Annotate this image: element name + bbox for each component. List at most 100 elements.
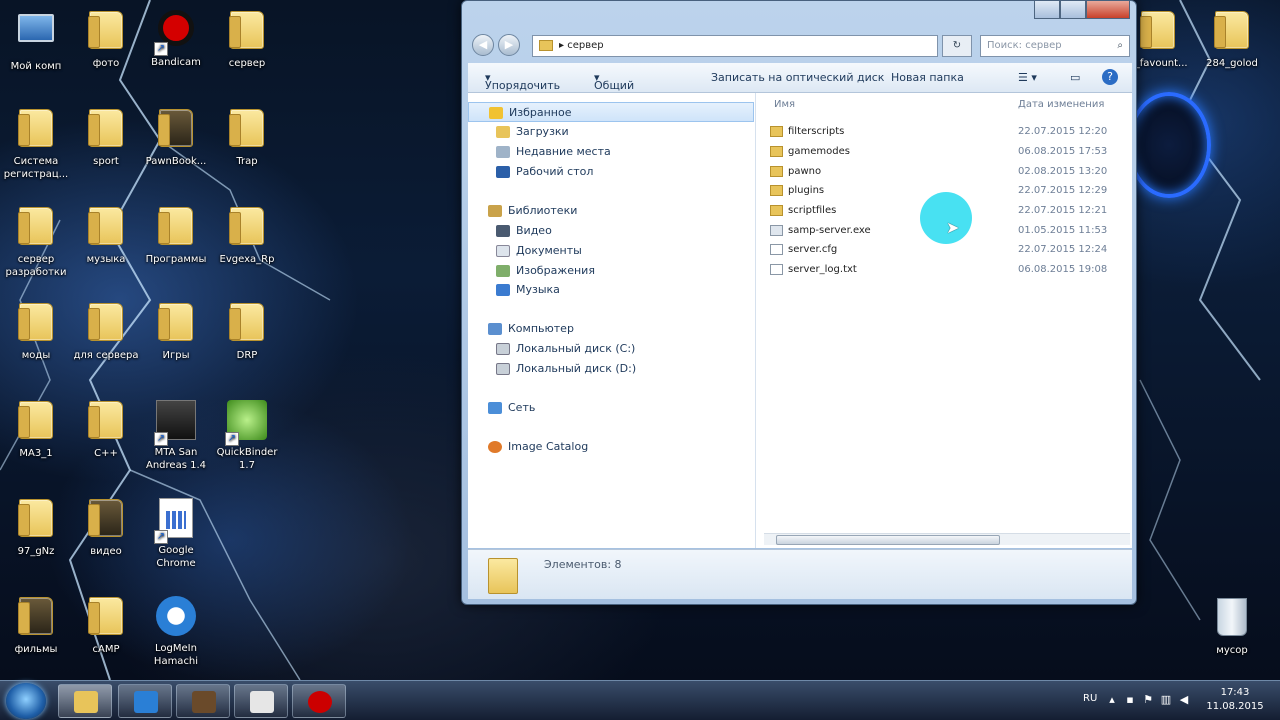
file-name: pawno — [788, 166, 822, 177]
desktop-icon-quickbinder[interactable]: QuickBinder 1.7 — [211, 398, 283, 472]
file-row[interactable]: pawno 02.08.2015 13:20 — [770, 163, 1130, 181]
desktop-icon[interactable]: сервер разработки — [0, 204, 72, 279]
desktop-icon[interactable]: DRP — [211, 300, 283, 362]
desktop-icon[interactable]: cAMP — [70, 594, 142, 656]
refresh-icon[interactable]: ↻ — [942, 35, 972, 57]
nav-disk-d[interactable]: Локальный диск (D:) — [496, 359, 636, 379]
desktop-icon[interactable]: моды — [0, 300, 72, 362]
desktop-icon-recycle-bin[interactable]: мусор — [1196, 594, 1268, 657]
nav-music[interactable]: Музыка — [496, 280, 560, 300]
desktop-icon[interactable]: фильмы — [0, 594, 72, 656]
share-menu[interactable]: Общий доступ ▾ — [594, 71, 635, 105]
desktop-icon-bandicam[interactable]: Bandicam — [140, 8, 212, 69]
nav-network[interactable]: Сеть — [488, 398, 535, 418]
organize-menu[interactable]: Упорядочить ▾ — [485, 71, 560, 92]
start-button[interactable] — [6, 683, 46, 719]
nav-desktop[interactable]: Рабочий стол — [496, 162, 593, 182]
file-name: samp-server.exe — [788, 225, 871, 236]
desktop-icon-my-computer[interactable]: Мой комп — [0, 8, 72, 73]
clock-gadget[interactable] — [1127, 92, 1211, 198]
bandicam-icon — [308, 691, 332, 713]
file-row[interactable]: server_log.txt 06.08.2015 19:08 — [770, 261, 1130, 279]
desktop-icon[interactable]: PawnBook... — [140, 106, 212, 168]
explorer-window[interactable]: ◀ ▶ ▸ сервер ↻ Поиск: сервер ⌕ Упорядочит… — [461, 0, 1137, 605]
desktop-icon[interactable]: C++ — [70, 398, 142, 460]
quickbinder-icon — [227, 400, 267, 440]
close-button[interactable] — [1086, 1, 1130, 19]
file-date: 22.07.2015 12:21 — [1018, 205, 1108, 216]
desktop-icon-label: моды — [21, 350, 51, 361]
language-indicator[interactable]: RU — [1083, 693, 1097, 704]
file-row[interactable]: gamemodes 06.08.2015 17:53 — [770, 143, 1130, 161]
nav-libraries[interactable]: Библиотеки — [488, 201, 577, 221]
folder-icon — [158, 303, 193, 341]
desktop-icon[interactable]: 97_gNz — [0, 496, 72, 558]
desktop-icon[interactable]: Игры — [140, 300, 212, 362]
file-name: server_log.txt — [788, 264, 857, 275]
maximize-button[interactable] — [1060, 1, 1086, 19]
taskbar-app[interactable] — [234, 684, 288, 718]
nav-video[interactable]: Видео — [496, 221, 552, 241]
nav-favorites[interactable]: Избранное — [468, 102, 754, 122]
back-arrow-icon[interactable]: ◀ — [472, 34, 494, 56]
help-icon[interactable]: ? — [1102, 69, 1118, 85]
nav-computer[interactable]: Компьютер — [488, 319, 574, 339]
nav-image-catalog[interactable]: Image Catalog — [488, 437, 588, 457]
desktop-icon[interactable]: видео — [70, 496, 142, 558]
folder-icon — [88, 207, 123, 245]
desktop-icon-label: музыка — [86, 254, 126, 265]
desktop-icon[interactable]: MA3_1 — [0, 398, 72, 460]
desktop-icon[interactable]: Программы — [140, 204, 212, 266]
desktop-icon-hamachi[interactable]: LogMeIn Hamachi — [140, 594, 212, 668]
address-bar[interactable]: ▸ сервер — [532, 35, 938, 57]
tray-app-icon[interactable]: ▪ — [1124, 694, 1136, 706]
flag-icon[interactable]: ⚑ — [1142, 694, 1154, 706]
nav-label: Рабочий стол — [516, 165, 594, 178]
new-folder-button[interactable]: Новая папка — [891, 71, 964, 84]
volume-icon[interactable]: ◀ — [1178, 694, 1190, 706]
column-header-date[interactable]: Дата изменения — [1018, 99, 1104, 110]
desktop-icon[interactable]: Trap — [211, 106, 283, 168]
desktop-icon-label: 97_gNz — [17, 546, 55, 557]
preview-pane-icon[interactable]: ▭ — [1070, 71, 1080, 84]
column-header-name[interactable]: Имя — [774, 99, 795, 110]
taskbar-bandicam[interactable] — [292, 684, 346, 718]
desktop-icon-mta[interactable]: MTA San Andreas 1.4 — [140, 398, 212, 472]
nav-disk-c[interactable]: Локальный диск (C:) — [496, 339, 635, 359]
file-name: scriptfiles — [788, 205, 837, 216]
clock[interactable]: 17:43 11.08.2015 — [1200, 686, 1270, 714]
network-icon[interactable]: ▥ — [1160, 694, 1172, 706]
file-icon — [770, 243, 783, 255]
nav-images[interactable]: Изображения — [496, 261, 595, 281]
scrollbar-thumb[interactable] — [776, 535, 1000, 545]
desktop-icon[interactable]: 284_golod — [1196, 8, 1268, 70]
desktop-icon-label: C++ — [94, 448, 118, 459]
nav-recent[interactable]: Недавние места — [496, 142, 611, 162]
forward-arrow-icon[interactable]: ▶ — [498, 34, 520, 56]
horizontal-scrollbar[interactable] — [764, 533, 1130, 545]
tray-arrow-icon[interactable]: ▴ — [1106, 694, 1118, 706]
bandicam-icon — [158, 10, 194, 46]
desktop-icon[interactable]: sport — [70, 106, 142, 168]
folder-icon — [88, 597, 123, 635]
desktop-icon[interactable]: Система регистрац... — [0, 106, 72, 181]
taskbar-explorer[interactable] — [58, 684, 112, 718]
file-row[interactable]: filterscripts 22.07.2015 12:20 — [770, 123, 1130, 141]
desktop-icon[interactable]: Evgexa_Rp — [211, 204, 283, 266]
nav-label: Изображения — [516, 264, 595, 277]
search-input[interactable]: Поиск: сервер ⌕ — [980, 35, 1130, 57]
desktop-icon[interactable]: сервер — [211, 8, 283, 70]
desktop-icon[interactable]: для сервера — [70, 300, 142, 362]
taskbar-app[interactable] — [176, 684, 230, 718]
folder-icon — [88, 11, 123, 49]
folder-icon — [770, 165, 783, 177]
minimize-button[interactable] — [1034, 1, 1060, 19]
burn-button[interactable]: Записать на оптический диск — [711, 71, 884, 84]
nav-documents[interactable]: Документы — [496, 241, 582, 261]
view-options-icon[interactable]: ☰ ▾ — [1018, 71, 1037, 84]
desktop-icon[interactable]: фото — [70, 8, 142, 70]
desktop-icon[interactable]: музыка — [70, 204, 142, 266]
taskbar-app[interactable] — [118, 684, 172, 718]
desktop-icon-chrome[interactable]: Google Chrome — [140, 496, 212, 570]
nav-downloads[interactable]: Загрузки — [496, 122, 569, 142]
